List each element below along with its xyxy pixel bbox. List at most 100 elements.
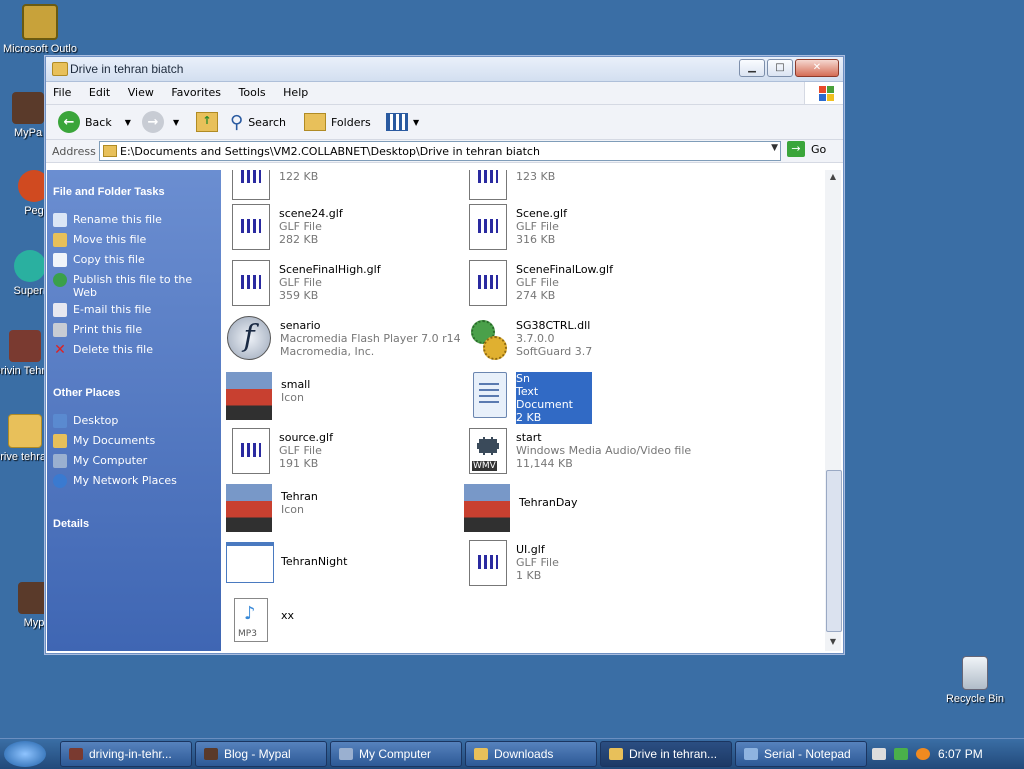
- up-folder-button[interactable]: ↑: [196, 111, 218, 133]
- task-publish[interactable]: Publish this file to the Web: [53, 273, 213, 299]
- folders-button[interactable]: Folders: [304, 111, 371, 133]
- copy-icon: [53, 253, 67, 267]
- place-label: My Documents: [73, 434, 156, 447]
- menu-view[interactable]: View: [121, 82, 161, 99]
- folder-icon: [474, 748, 488, 760]
- maximize-button[interactable]: □: [767, 59, 793, 77]
- menu-edit[interactable]: Edit: [82, 82, 117, 99]
- task-label: Copy this file: [73, 253, 145, 266]
- file-name: Tehran: [281, 490, 318, 503]
- details-title[interactable]: Details: [47, 518, 89, 530]
- desktop-icon-label: Microsoft Outlo: [3, 43, 77, 55]
- back-button[interactable]: ← Back ▼: [58, 111, 131, 133]
- my-computer-icon: [339, 748, 353, 760]
- menu-file[interactable]: File: [46, 82, 78, 99]
- task-delete[interactable]: ✕ Delete this file: [53, 343, 213, 357]
- globe-icon: [53, 273, 67, 287]
- task-rename[interactable]: Rename this file: [53, 213, 213, 227]
- file-item[interactable]: Tehran Icon: [226, 484, 318, 532]
- file-size: 274 KB: [516, 289, 556, 302]
- network-icon[interactable]: [894, 748, 908, 760]
- file-item[interactable]: TehranNight: [226, 540, 347, 588]
- chevron-down-icon: ▼: [124, 117, 131, 127]
- menu-favorites[interactable]: Favorites: [164, 82, 228, 99]
- vertical-scrollbar[interactable]: ▲ ▼: [825, 170, 842, 651]
- task-move[interactable]: Move this file: [53, 233, 213, 247]
- file-item-selected[interactable]: Sn Text Document 2 KB: [473, 372, 592, 424]
- move-icon: [53, 233, 67, 247]
- file-item[interactable]: SceneFinalLow.glf GLF File 274 KB: [469, 260, 613, 306]
- taskbar-item[interactable]: My Computer: [330, 741, 462, 767]
- glf-icon: [232, 170, 270, 200]
- file-item[interactable]: scene24.glf GLF File 282 KB: [232, 204, 343, 250]
- taskbar: driving-in-tehr... Blog - Mypal My Compu…: [0, 738, 1024, 769]
- search-icon[interactable]: [916, 748, 930, 760]
- desktop-icon-recycle-bin[interactable]: Recycle Bin: [935, 656, 1015, 705]
- place-label: My Computer: [73, 454, 148, 467]
- file-type: GLF File: [516, 276, 559, 289]
- file-item[interactable]: UI.glf GLF File 1 KB: [469, 540, 559, 586]
- other-places-title[interactable]: Other Places: [47, 387, 120, 399]
- file-type: GLF File: [516, 556, 559, 569]
- dll-icon: [469, 316, 507, 360]
- file-type: Macromedia Flash Player 7.0 r14: [280, 332, 461, 345]
- glf-icon: [232, 428, 270, 474]
- taskbar-item[interactable]: driving-in-tehr...: [60, 741, 192, 767]
- task-copy[interactable]: Copy this file: [53, 253, 213, 267]
- notepad-icon: [744, 748, 758, 760]
- task-email[interactable]: E-mail this file: [53, 303, 213, 317]
- menu-help[interactable]: Help: [276, 82, 315, 99]
- file-folder-tasks-title[interactable]: File and Folder Tasks: [47, 186, 165, 198]
- start-button[interactable]: [4, 741, 46, 767]
- glf-icon: [469, 540, 507, 586]
- file-item[interactable]: ♪ MP3 xx: [234, 598, 294, 644]
- clock[interactable]: 6:07 PM: [938, 747, 983, 761]
- file-name: TehranDay: [519, 496, 578, 509]
- file-name: scene24.glf: [279, 207, 343, 220]
- file-item[interactable]: GLF File122 KB: [232, 170, 322, 200]
- file-item[interactable]: f senario Macromedia Flash Player 7.0 r14…: [227, 316, 461, 362]
- task-print[interactable]: Print this file: [53, 323, 213, 337]
- taskbar-item[interactable]: Blog - Mypal: [195, 741, 327, 767]
- minimize-button[interactable]: ▁: [739, 59, 765, 77]
- place-my-documents[interactable]: My Documents: [53, 434, 213, 448]
- glf-icon: [469, 260, 507, 306]
- views-button[interactable]: ▼: [386, 111, 419, 133]
- taskbar-item-active[interactable]: Drive in tehran...: [600, 741, 732, 767]
- taskbar-item[interactable]: Downloads: [465, 741, 597, 767]
- file-item[interactable]: GLF File123 KB: [469, 170, 559, 200]
- back-label: Back: [85, 115, 112, 129]
- file-item[interactable]: Scene.glf GLF File 316 KB: [469, 204, 567, 250]
- place-desktop[interactable]: Desktop: [53, 414, 213, 428]
- delete-icon: ✕: [54, 342, 66, 358]
- file-item[interactable]: WMV start Windows Media Audio/Video file 1…: [469, 428, 691, 474]
- go-label: Go: [811, 142, 827, 156]
- file-type: Text Document: [516, 385, 592, 411]
- chevron-down-icon[interactable]: ▼: [771, 143, 778, 153]
- menu-tools[interactable]: Tools: [232, 82, 273, 99]
- scrollbar-thumb[interactable]: [826, 470, 842, 632]
- title-bar[interactable]: Drive in tehran biatch ▁ □ ✕: [46, 57, 843, 82]
- taskbar-item[interactable]: Serial - Notepad: [735, 741, 867, 767]
- place-my-network[interactable]: My Network Places: [53, 474, 213, 488]
- go-button[interactable]: → Go: [787, 141, 826, 157]
- file-type: GLF File: [279, 220, 322, 233]
- place-my-computer[interactable]: My Computer: [53, 454, 213, 468]
- folder-icon: [8, 414, 42, 448]
- file-item[interactable]: TehranDay: [464, 484, 578, 532]
- file-size: 191 KB: [279, 457, 319, 470]
- forward-button[interactable]: → ▼: [142, 111, 179, 133]
- scroll-down-icon[interactable]: ▼: [825, 637, 841, 649]
- address-input[interactable]: E:\Documents and Settings\VM2.COLLABNET\…: [99, 141, 781, 161]
- close-button[interactable]: ✕: [795, 59, 839, 77]
- file-item[interactable]: small Icon: [226, 372, 310, 420]
- file-item[interactable]: SG38CTRL.dll 3.7.0.0 SoftGuard 3.7: [469, 316, 592, 362]
- keyboard-icon[interactable]: [872, 748, 886, 760]
- desktop-icon-outlook[interactable]: Microsoft Outlo: [0, 4, 80, 55]
- file-item[interactable]: source.glf GLF File 191 KB: [232, 428, 333, 474]
- scroll-up-icon[interactable]: ▲: [825, 172, 841, 184]
- taskbar-item-label: Downloads: [494, 747, 554, 761]
- search-button[interactable]: ⚲ Search: [230, 111, 286, 133]
- desktop-icon-label: Recycle Bin: [945, 693, 1005, 705]
- file-item[interactable]: SceneFinalHigh.glf GLF File 359 KB: [232, 260, 381, 306]
